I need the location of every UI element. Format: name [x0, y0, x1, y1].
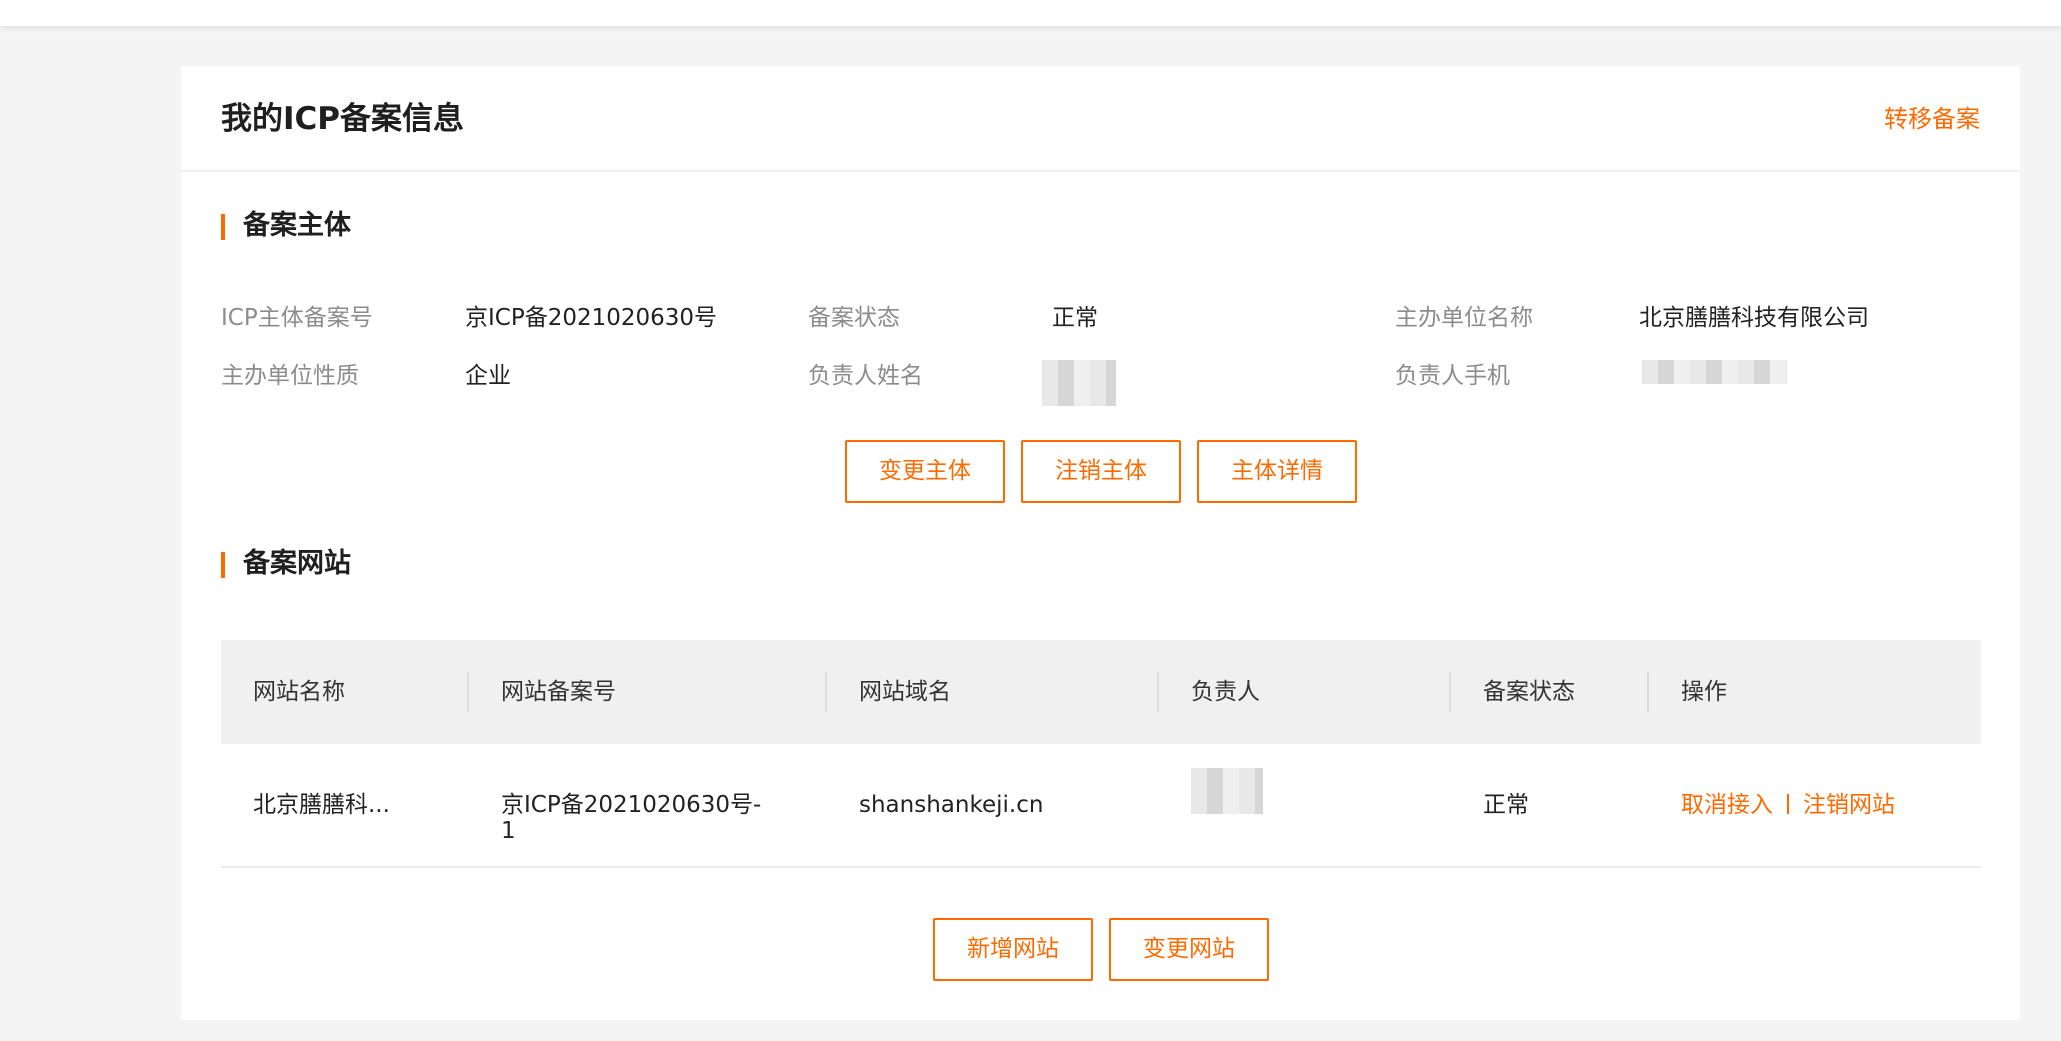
icp-info-card: 我的ICP备案信息 转移备案 备案主体 ICP主体备案号 京ICP备202102… — [181, 66, 2020, 1020]
column-header-owner: 负责人 — [1191, 679, 1260, 705]
cell-site-name: 北京膳膳科... — [253, 792, 390, 818]
value-organizer-type: 企业 — [465, 363, 511, 389]
column-divider — [1157, 672, 1159, 712]
websites-table: 网站名称 网站备案号 网站域名 负责人 备案状态 操作 北京膳膳科... 京IC… — [221, 640, 1981, 868]
card-header: 我的ICP备案信息 转移备案 — [181, 66, 2020, 172]
label-organizer-type: 主办单位性质 — [221, 363, 359, 389]
add-website-button[interactable]: 新增网站 — [933, 918, 1093, 981]
column-header-status: 备案状态 — [1483, 679, 1575, 705]
cell-record-no-line1: 京ICP备2021020630号- — [501, 792, 762, 818]
change-subject-button[interactable]: 变更主体 — [845, 440, 1005, 503]
cancel-subject-button[interactable]: 注销主体 — [1021, 440, 1181, 503]
cell-actions: 取消接入 注销网站 — [1681, 792, 1895, 818]
section-title-websites: 备案网站 — [221, 546, 351, 582]
label-organizer-name: 主办单位名称 — [1395, 305, 1533, 331]
change-website-button[interactable]: 变更网站 — [1109, 918, 1269, 981]
cell-record-no: 京ICP备2021020630号- 1 — [501, 792, 761, 844]
table-row: 北京膳膳科... 京ICP备2021020630号- 1 shanshankej… — [221, 744, 1981, 868]
cancel-website-link[interactable]: 注销网站 — [1803, 792, 1895, 818]
table-header: 网站名称 网站备案号 网站域名 负责人 备案状态 操作 — [221, 640, 1981, 744]
cell-record-no-line2: 1 — [501, 818, 516, 844]
column-divider — [1449, 672, 1451, 712]
transfer-record-link[interactable]: 转移备案 — [1884, 102, 1980, 136]
column-divider — [1647, 672, 1649, 712]
value-organizer-name: 北京膳膳科技有限公司 — [1639, 305, 1869, 331]
cell-owner-redacted — [1191, 768, 1263, 814]
section-title-subject: 备案主体 — [221, 208, 351, 244]
cell-domain: shanshankeji.cn — [859, 792, 1044, 818]
value-icp-subject-no: 京ICP备2021020630号 — [465, 305, 718, 331]
column-header-record-no: 网站备案号 — [501, 679, 616, 705]
value-record-status: 正常 — [1052, 305, 1098, 331]
action-divider — [1787, 794, 1789, 814]
cancel-access-link[interactable]: 取消接入 — [1681, 792, 1773, 818]
top-navigation-bar — [0, 0, 2061, 26]
column-header-domain: 网站域名 — [859, 679, 951, 705]
column-header-site-name: 网站名称 — [253, 679, 345, 705]
label-icp-subject-no: ICP主体备案号 — [221, 305, 373, 331]
column-header-actions: 操作 — [1681, 679, 1727, 705]
label-owner-phone: 负责人手机 — [1395, 363, 1510, 389]
column-divider — [467, 672, 469, 712]
subject-detail-button[interactable]: 主体详情 — [1197, 440, 1357, 503]
label-record-status: 备案状态 — [808, 305, 900, 331]
owner-name-redacted — [1042, 360, 1116, 406]
label-owner-name: 负责人姓名 — [808, 363, 923, 389]
page-title: 我的ICP备案信息 — [221, 101, 465, 137]
cell-status: 正常 — [1483, 792, 1529, 818]
owner-phone-redacted — [1642, 360, 1787, 384]
column-divider — [825, 672, 827, 712]
